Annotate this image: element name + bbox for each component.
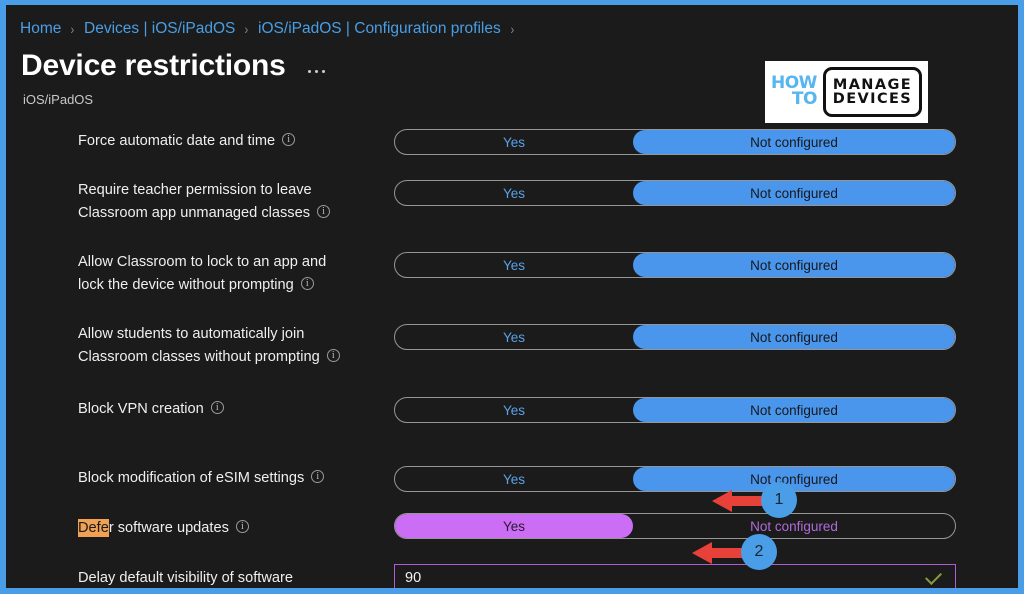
- input-value: 90: [405, 570, 422, 586]
- breadcrumb-separator: ›: [70, 21, 75, 37]
- logo-phone-outline-icon: MANAGE DEVICES: [822, 67, 922, 117]
- force-automatic-date-and-time-toggle[interactable]: Yes Not configured: [394, 129, 956, 155]
- require-teacher-permission-toggle[interactable]: Yes Not configured: [394, 180, 956, 206]
- setting-label: Block modification of eSIM settings: [78, 467, 378, 490]
- toggle-option-yes[interactable]: Yes: [395, 253, 633, 277]
- label-line: lock the device without prompting: [78, 277, 294, 293]
- setting-label: Defer software updates: [78, 517, 378, 540]
- logo-line-devices: DEVICES: [832, 91, 913, 107]
- setting-row-delay-default-visibility: Delay default visibility of software upd…: [6, 553, 1018, 588]
- annotation-badge-1: 1: [761, 482, 797, 518]
- toggle-option-not-configured[interactable]: Not configured: [633, 253, 955, 277]
- annotation-badge-2: 2: [741, 534, 777, 570]
- toggle-option-not-configured[interactable]: Not configured: [633, 130, 955, 154]
- breadcrumb: Home › Devices | iOS/iPadOS › iOS/iPadOS…: [20, 17, 523, 41]
- setting-label: Allow students to automatically join Cla…: [78, 323, 378, 369]
- label-line: Classroom app unmanaged classes: [78, 205, 311, 221]
- setting-row-require-teacher-permission: Require teacher permission to leave Clas…: [6, 168, 1018, 240]
- ellipsis-menu-icon[interactable]: [307, 69, 325, 73]
- page-title: Device restrictions: [21, 49, 286, 82]
- toggle-option-yes[interactable]: Yes: [395, 130, 633, 154]
- info-icon[interactable]: [300, 276, 314, 291]
- block-vpn-creation-toggle[interactable]: Yes Not configured: [394, 397, 956, 423]
- azure-portal-blade: Home › Devices | iOS/iPadOS › iOS/iPadOS…: [6, 5, 1018, 588]
- label-line: Require teacher permission to leave: [78, 182, 312, 198]
- logo-howto-text: HOW TO: [771, 75, 818, 109]
- label-line: Block modification of eSIM settings: [78, 470, 305, 486]
- setting-label: Force automatic date and time: [78, 130, 378, 153]
- info-icon[interactable]: [282, 132, 296, 147]
- toggle-option-not-configured[interactable]: Not configured: [633, 514, 955, 538]
- allow-classroom-lock-app-toggle[interactable]: Yes Not configured: [394, 252, 956, 278]
- toggle-option-not-configured[interactable]: Not configured: [633, 467, 955, 491]
- info-icon[interactable]: [235, 519, 249, 534]
- toggle-option-yes[interactable]: Yes: [395, 181, 633, 205]
- info-icon[interactable]: [326, 348, 340, 363]
- setting-row-defer-software-updates: Defer software updates Yes Not configure…: [6, 504, 1018, 553]
- logo-line-manage: MANAGE: [832, 76, 913, 93]
- toggle-option-not-configured[interactable]: Not configured: [633, 398, 955, 422]
- breadcrumb-item-configuration-profiles[interactable]: iOS/iPadOS | Configuration profiles: [258, 20, 501, 38]
- settings-list: Force automatic date and time Yes Not co…: [6, 118, 1018, 588]
- page-subtitle: iOS/iPadOS: [23, 92, 94, 107]
- check-icon: [925, 567, 942, 585]
- label-line: Allow Classroom to lock to an app and: [78, 254, 327, 270]
- setting-row-allow-classroom-lock-app: Allow Classroom to lock to an app and lo…: [6, 240, 1018, 312]
- dot: [314, 69, 318, 73]
- setting-row-force-automatic-date-and-time: Force automatic date and time Yes Not co…: [6, 118, 1018, 168]
- block-esim-modification-toggle[interactable]: Yes Not configured: [394, 466, 956, 492]
- toggle-option-yes[interactable]: Yes: [395, 467, 633, 491]
- setting-label: Allow Classroom to lock to an app and lo…: [78, 251, 378, 297]
- toggle-option-yes[interactable]: Yes: [395, 325, 633, 349]
- breadcrumb-item-home[interactable]: Home: [20, 20, 61, 38]
- info-icon[interactable]: [317, 204, 331, 219]
- toggle-option-yes[interactable]: Yes: [395, 514, 633, 538]
- dot: [307, 69, 311, 73]
- label-highlight: Defe: [78, 519, 109, 537]
- breadcrumb-item-devices[interactable]: Devices | iOS/iPadOS: [84, 20, 235, 38]
- logo-line-to: TO: [791, 89, 818, 109]
- label-line: Force automatic date and time: [78, 133, 276, 149]
- defer-software-updates-toggle[interactable]: Yes Not configured: [394, 513, 956, 539]
- info-icon[interactable]: [210, 400, 224, 415]
- label-line: Delay default visibility of software: [78, 570, 293, 586]
- label-line: Classroom classes without prompting: [78, 349, 320, 365]
- title-row: Device restrictions: [21, 49, 325, 83]
- setting-label: Require teacher permission to leave Clas…: [78, 179, 378, 225]
- breadcrumb-separator: ›: [244, 21, 249, 37]
- info-icon[interactable]: [311, 469, 325, 484]
- label-line: Allow students to automatically join: [78, 326, 305, 342]
- toggle-option-not-configured[interactable]: Not configured: [633, 325, 955, 349]
- setting-row-allow-students-auto-join: Allow students to automatically join Cla…: [6, 312, 1018, 384]
- setting-label: Delay default visibility of software upd…: [78, 567, 378, 588]
- toggle-option-yes[interactable]: Yes: [395, 398, 633, 422]
- allow-students-auto-join-toggle[interactable]: Yes Not configured: [394, 324, 956, 350]
- setting-row-block-vpn-creation: Block VPN creation Yes Not configured: [6, 384, 1018, 456]
- label-line: Block VPN creation: [78, 401, 204, 417]
- breadcrumb-separator: ›: [510, 21, 514, 37]
- toggle-option-not-configured[interactable]: Not configured: [633, 181, 955, 205]
- delay-visibility-input[interactable]: 90: [394, 564, 956, 588]
- label-line: r software updates: [108, 520, 229, 536]
- setting-label: Block VPN creation: [78, 398, 378, 421]
- howtomanagedevices-logo: HOW TO MANAGE DEVICES: [765, 61, 928, 123]
- dot: [321, 69, 325, 73]
- setting-row-block-esim-modification: Block modification of eSIM settings Yes …: [6, 456, 1018, 504]
